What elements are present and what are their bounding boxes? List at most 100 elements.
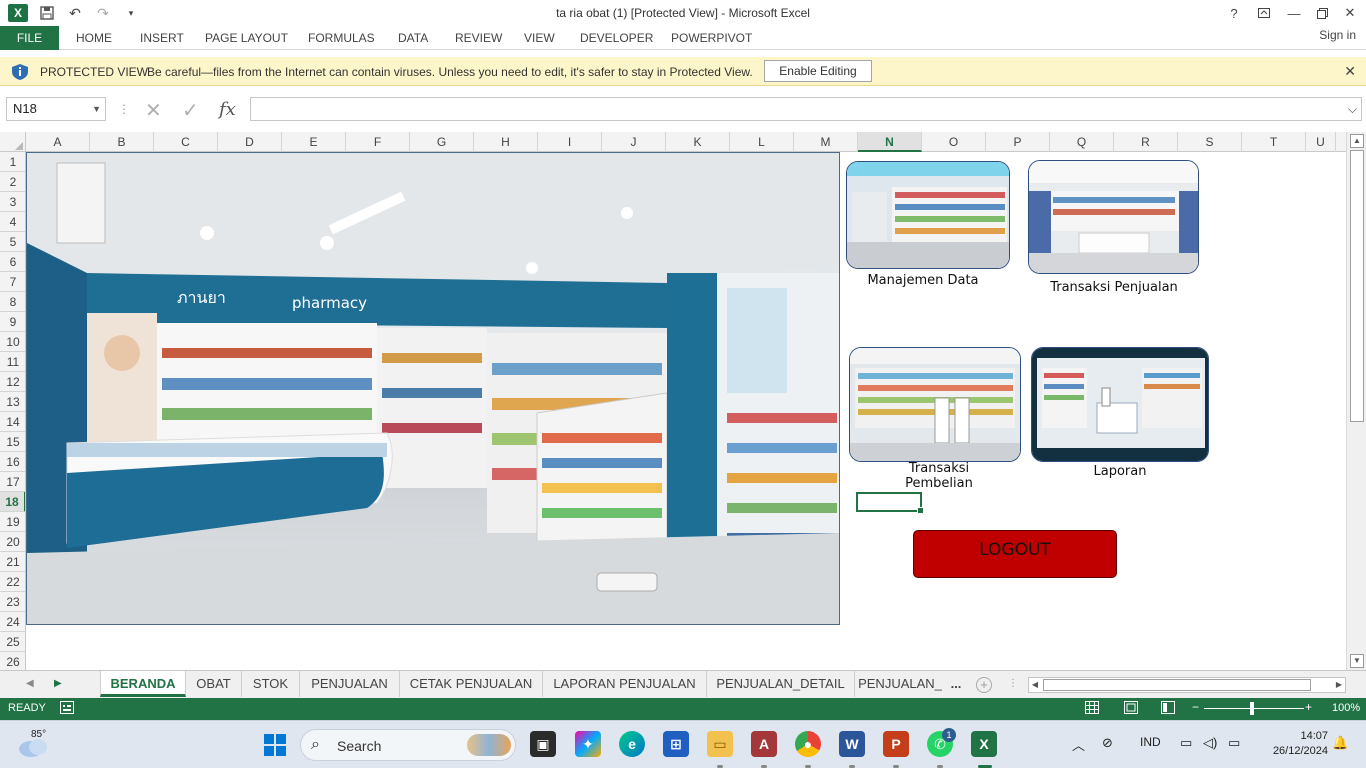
column-header-p[interactable]: P — [986, 132, 1050, 152]
sheet-tab-stok[interactable]: STOK — [242, 671, 300, 697]
worksheet-grid[interactable]: ภานยา pharmacy Manajemen Data Transaksi … — [26, 152, 1346, 670]
tab-view[interactable]: VIEW — [524, 31, 555, 45]
row-header-18[interactable]: 18 — [0, 492, 25, 512]
selected-cell-n18[interactable] — [856, 492, 924, 514]
name-box[interactable]: N18 ▼ — [6, 97, 106, 121]
column-header-i[interactable]: I — [538, 132, 602, 152]
horizontal-scroll-thumb[interactable] — [1043, 679, 1311, 691]
tab-home[interactable]: HOME — [76, 31, 112, 45]
zoom-in-icon[interactable]: + — [1305, 700, 1321, 715]
row-header-22[interactable]: 22 — [0, 572, 25, 592]
file-explorer-icon[interactable]: ▭ — [707, 731, 733, 757]
column-header-f[interactable]: F — [346, 132, 410, 152]
copilot-icon[interactable]: ✦ — [575, 731, 601, 757]
row-header-16[interactable]: 16 — [0, 452, 25, 472]
column-header-l[interactable]: L — [730, 132, 794, 152]
scroll-up-icon[interactable]: ▲ — [1350, 134, 1364, 148]
transaksi-pembelian-image-button[interactable] — [849, 347, 1021, 462]
row-header-14[interactable]: 14 — [0, 412, 25, 432]
row-header-8[interactable]: 8 — [0, 292, 25, 312]
edge-browser-icon[interactable]: e — [619, 731, 645, 757]
formula-input[interactable]: ⌵ — [250, 97, 1362, 121]
manajemen-data-label[interactable]: Manajemen Data — [846, 273, 1000, 288]
task-view-icon[interactable]: ▣ — [530, 731, 556, 757]
redo-icon[interactable]: ↷ — [94, 4, 112, 22]
macro-recording-icon[interactable] — [60, 701, 76, 716]
scroll-right-icon[interactable]: ▶ — [1333, 678, 1345, 692]
sheet-tab-penjualan[interactable]: PENJUALAN — [300, 671, 400, 697]
zoom-slider[interactable] — [1204, 708, 1304, 709]
row-header-13[interactable]: 13 — [0, 392, 25, 412]
column-header-b[interactable]: B — [90, 132, 154, 152]
tab-file[interactable]: FILE — [0, 26, 59, 50]
next-sheet-icon[interactable]: ▶ — [54, 678, 62, 689]
transaksi-penjualan-image-button[interactable] — [1028, 160, 1199, 274]
column-header-u[interactable]: U — [1306, 132, 1336, 152]
undo-icon[interactable]: ↶ — [66, 4, 84, 22]
column-header-e[interactable]: E — [282, 132, 346, 152]
sheet-tab-obat[interactable]: OBAT — [186, 671, 242, 697]
chrome-icon[interactable]: ● — [795, 731, 821, 757]
tab-data[interactable]: DATA — [398, 31, 428, 45]
select-all-corner[interactable] — [0, 132, 26, 152]
help-button[interactable]: ? — [1220, 2, 1248, 24]
enable-editing-button[interactable]: Enable Editing — [764, 60, 872, 82]
tab-splitter-icon[interactable]: ⋮ — [1008, 678, 1018, 689]
microsoft-store-icon[interactable]: ⊞ — [663, 731, 689, 757]
start-windows-icon[interactable] — [264, 734, 286, 756]
laporan-label[interactable]: Laporan — [1066, 464, 1174, 479]
row-header-15[interactable]: 15 — [0, 432, 25, 452]
row-header-20[interactable]: 20 — [0, 532, 25, 552]
word-icon[interactable]: W — [839, 731, 865, 757]
sheet-tab-laporan-penjualan[interactable]: LAPORAN PENJUALAN — [543, 671, 707, 697]
transaksi-penjualan-label[interactable]: Transaksi Penjualan — [1048, 280, 1180, 295]
restore-icon[interactable] — [1308, 2, 1336, 24]
manajemen-data-image-button[interactable] — [846, 161, 1010, 269]
column-header-o[interactable]: O — [922, 132, 986, 152]
zoom-slider-knob[interactable] — [1250, 702, 1254, 715]
column-header-c[interactable]: C — [154, 132, 218, 152]
formula-bar-splitter[interactable]: ⋮ — [118, 102, 130, 116]
access-icon[interactable]: A — [751, 731, 777, 757]
column-header-t[interactable]: T — [1242, 132, 1306, 152]
row-header-5[interactable]: 5 — [0, 232, 25, 252]
column-header-k[interactable]: K — [666, 132, 730, 152]
page-layout-view-icon[interactable] — [1124, 701, 1140, 716]
save-icon[interactable] — [38, 4, 56, 22]
enter-formula-icon[interactable]: ✓ — [182, 98, 199, 123]
ribbon-display-options-icon[interactable] — [1250, 2, 1278, 24]
tab-developer[interactable]: DEVELOPER — [580, 31, 653, 45]
row-header-23[interactable]: 23 — [0, 592, 25, 612]
column-header-q[interactable]: Q — [1050, 132, 1114, 152]
more-sheets-ellipsis[interactable]: ... — [945, 671, 967, 697]
column-header-d[interactable]: D — [218, 132, 282, 152]
taskbar-search-box[interactable]: ⌕ Search — [300, 729, 516, 761]
row-header-4[interactable]: 4 — [0, 212, 25, 232]
row-header-9[interactable]: 9 — [0, 312, 25, 332]
row-header-3[interactable]: 3 — [0, 192, 25, 212]
minimize-icon[interactable]: — — [1280, 2, 1308, 24]
tab-page-layout[interactable]: PAGE LAYOUT — [205, 31, 288, 45]
scroll-left-icon[interactable]: ◀ — [1029, 678, 1041, 692]
tab-powerpivot[interactable]: POWERPIVOT — [671, 31, 752, 45]
vertical-scrollbar[interactable]: ▲ ▼ — [1346, 132, 1366, 670]
horizontal-scrollbar[interactable]: ◀ ▶ — [1028, 677, 1346, 693]
sheet-tab-penjualan-detail[interactable]: PENJUALAN_DETAIL — [707, 671, 855, 697]
row-header-26[interactable]: 26 — [0, 652, 25, 670]
row-header-2[interactable]: 2 — [0, 172, 25, 192]
row-header-19[interactable]: 19 — [0, 512, 25, 532]
close-icon[interactable]: ✕ — [1336, 2, 1364, 24]
zoom-level[interactable]: 100% — [1332, 702, 1360, 714]
column-header-n[interactable]: N — [858, 132, 922, 152]
column-header-h[interactable]: H — [474, 132, 538, 152]
display-icon[interactable]: ▭ — [1180, 735, 1192, 751]
sheet-tab-cetak-penjualan[interactable]: CETAK PENJUALAN — [400, 671, 543, 697]
column-header-g[interactable]: G — [410, 132, 474, 152]
column-header-a[interactable]: A — [26, 132, 90, 152]
tab-formulas[interactable]: FORMULAS — [308, 31, 375, 45]
transaksi-pembelian-label[interactable]: Transaksi Pembelian — [874, 461, 1004, 491]
row-header-7[interactable]: 7 — [0, 272, 25, 292]
customize-quick-access-icon[interactable]: ▾ — [122, 4, 140, 22]
tab-insert[interactable]: INSERT — [140, 31, 184, 45]
volume-icon[interactable]: ◁) — [1203, 735, 1217, 751]
